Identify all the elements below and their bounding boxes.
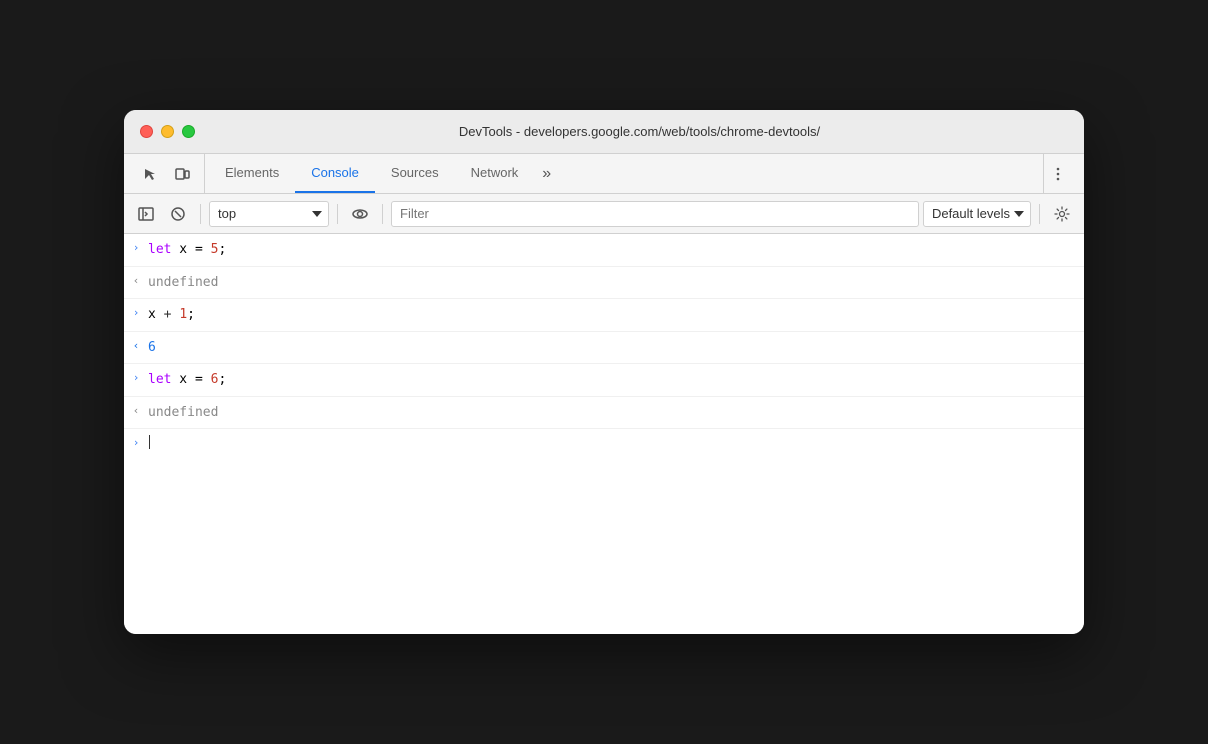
toolbar-divider-3 [382, 204, 383, 224]
show-console-sidebar-icon[interactable] [132, 200, 160, 228]
titlebar: DevTools - developers.google.com/web/too… [124, 110, 1084, 154]
chevron-down-icon [312, 211, 322, 217]
console-row: › x + 1; [124, 299, 1084, 332]
tabbar-right-menu [1043, 154, 1080, 193]
tab-network[interactable]: Network [455, 154, 535, 193]
eye-icon[interactable] [346, 200, 374, 228]
levels-chevron-icon [1014, 211, 1024, 217]
settings-icon[interactable] [1048, 200, 1076, 228]
log-levels-selector[interactable]: Default levels [923, 201, 1031, 227]
tab-left-icons [128, 154, 205, 193]
output-arrow: ‹ [124, 401, 148, 420]
console-input-row[interactable]: › [124, 429, 1084, 457]
console-row: › let x = 5; [124, 234, 1084, 267]
tabbar: Elements Console Sources Network » [124, 154, 1084, 194]
tab-elements[interactable]: Elements [209, 154, 295, 193]
toolbar-divider-4 [1039, 204, 1040, 224]
input-arrow: › [124, 238, 148, 257]
cursor [149, 435, 150, 449]
devtools-window: DevTools - developers.google.com/web/too… [124, 110, 1084, 634]
console-area[interactable]: › let x = 5; ‹ undefined › x + 1; ‹ 6 [124, 234, 1084, 634]
toolbar-divider-1 [200, 204, 201, 224]
result-arrow: ‹ [124, 336, 148, 355]
console-input: let x = 6; [148, 368, 1076, 392]
input-arrow: › [124, 368, 148, 387]
toolbar-divider-2 [337, 204, 338, 224]
tab-console[interactable]: Console [295, 154, 375, 193]
console-result: 6 [148, 336, 1076, 360]
console-prompt[interactable] [148, 433, 1076, 451]
tab-sources[interactable]: Sources [375, 154, 455, 193]
filter-box[interactable] [391, 201, 919, 227]
console-output: undefined [148, 271, 1076, 295]
console-row: ‹ undefined [124, 397, 1084, 430]
output-arrow: ‹ [124, 271, 148, 290]
close-button[interactable] [140, 125, 153, 138]
console-row: ‹ 6 [124, 332, 1084, 365]
device-toolbar-icon[interactable] [168, 160, 196, 188]
console-output: undefined [148, 401, 1076, 425]
console-input: x + 1; [148, 303, 1076, 327]
filter-input[interactable] [400, 206, 910, 221]
console-row: ‹ undefined [124, 267, 1084, 300]
clear-console-icon[interactable] [164, 200, 192, 228]
window-title: DevTools - developers.google.com/web/too… [211, 124, 1068, 139]
prompt-arrow: › [124, 433, 148, 452]
toolbar: top Default levels [124, 194, 1084, 234]
select-element-icon[interactable] [136, 160, 164, 188]
console-input: let x = 5; [148, 238, 1076, 262]
console-row: › let x = 6; [124, 364, 1084, 397]
context-selector[interactable]: top [209, 201, 329, 227]
tab-overflow[interactable]: » [534, 154, 559, 193]
minimize-button[interactable] [161, 125, 174, 138]
input-arrow: › [124, 303, 148, 322]
more-options-icon[interactable] [1044, 160, 1072, 188]
maximize-button[interactable] [182, 125, 195, 138]
traffic-lights [140, 125, 195, 138]
